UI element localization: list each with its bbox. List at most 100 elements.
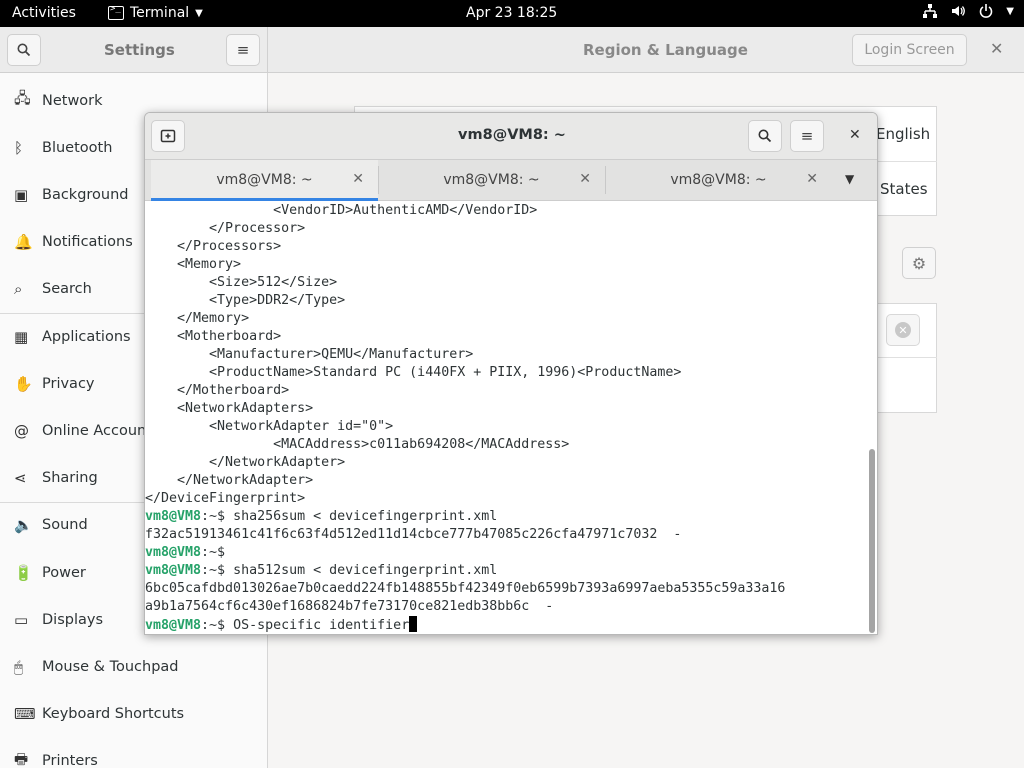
prompt-separator: :~$ [201,563,234,578]
share-icon: ⋖ [14,469,27,488]
sidebar-item-label: Sharing [42,470,98,487]
sidebar-item-label: Background [42,186,129,203]
sidebar-item-label: Keyboard Shortcuts [42,706,185,723]
terminal-line: 6bc05cafdbd013026ae7b0caedd224fb148855bf… [145,580,867,598]
output-text: <MACAddress>c011ab694208</MACAddress> [145,437,570,452]
sidebar-item-label: Printers [42,753,98,768]
terminal-line: </Processors> [145,238,867,256]
output-text: <NetworkAdapters> [145,401,314,416]
terminal-window: vm8@VM8: ~ ≡ ✕ vm8@VM8: ~ ✕ vm8@VM8: ~ ✕… [144,112,878,635]
top-bar: Activities Terminal ▼ Apr 23 18:25 ▼ [0,0,1024,27]
output-text: f32ac51913461c41f6c63f4d512ed11d14cbce77… [145,527,682,542]
terminal-line: <MACAddress>c011ab694208</MACAddress> [145,436,867,454]
settings-header: Settings ≡ Region & Language Login Scree… [0,27,1024,73]
volume-icon [950,3,966,23]
close-icon[interactable]: ✕ [990,39,1003,58]
terminal-search-button[interactable] [748,120,782,152]
app-menu-label: Terminal [130,5,190,21]
login-screen-button[interactable]: Login Screen [852,34,967,66]
hamburger-icon: ≡ [236,41,250,59]
mouse-icon: 🖱 [14,657,24,676]
terminal-line: <Manufacturer>QEMU</Manufacturer> [145,346,867,364]
network-wired-icon [922,3,938,23]
output-text: </NetworkAdapter> [145,455,346,470]
background-icon: ▣ [14,185,29,204]
tab-list-dropdown-icon[interactable]: ▼ [845,172,854,186]
output-text: </Motherboard> [145,383,290,398]
language-value[interactable]: English [876,125,930,143]
remove-input-button[interactable]: ✕ [886,314,920,346]
printer-icon: 🖶 [14,749,29,768]
terminal-line: </NetworkAdapter> [145,454,867,472]
sidebar-item-label: Mouse & Touchpad [42,658,179,675]
tab-2[interactable]: vm8@VM8: ~ ✕ [378,160,605,201]
tab-label: vm8@VM8: ~ [216,172,313,188]
terminal-line: </Motherboard> [145,382,867,400]
page-title: Region & Language [583,41,748,59]
terminal-menu-button[interactable]: ≡ [790,120,824,152]
terminal-line: <Type>DDR2</Type> [145,292,867,310]
terminal-tabs: vm8@VM8: ~ ✕ vm8@VM8: ~ ✕ vm8@VM8: ~ ✕ ▼ [145,160,877,201]
command-text: sha256sum < devicefingerprint.xml [233,509,498,524]
clock[interactable]: Apr 23 18:25 [466,5,557,21]
network-icon: 🖧 [14,89,31,107]
prompt-user: vm8@VM8 [145,563,202,578]
activities-button[interactable]: Activities [12,5,76,21]
terminal-icon [108,4,124,20]
terminal-line: </Memory> [145,310,867,328]
sidebar-item-label: Notifications [42,234,133,251]
sidebar-item-label: Power [42,564,86,581]
sidebar-item-label: Sound [42,517,88,534]
terminal-line: vm8@VM8:~$ sha256sum < devicefingerprint… [145,508,867,526]
bluetooth-icon: ᛒ [14,138,24,157]
terminal-header: vm8@VM8: ~ ≡ ✕ [145,113,877,160]
terminal-output[interactable]: <VendorID>AuthenticAMD</VendorID> </Proc… [145,202,867,634]
terminal-line: <Size>512</Size> [145,274,867,292]
search-button[interactable] [7,34,41,66]
gear-icon: ⚙ [911,253,927,273]
sidebar-title: Settings [104,41,175,59]
terminal-line: <NetworkAdapter id="0"> [145,418,867,436]
tab-1[interactable]: vm8@VM8: ~ ✕ [151,160,378,201]
terminal-line: <VendorID>AuthenticAMD</VendorID> [145,202,867,220]
bell-icon: 🔔 [14,233,33,252]
tab-label: vm8@VM8: ~ [670,172,767,188]
output-text: <Motherboard> [145,329,282,344]
app-menu[interactable]: Terminal ▼ [108,4,203,21]
terminal-line: <Motherboard> [145,328,867,346]
sidebar-item-label: Bluetooth [42,139,113,156]
speaker-icon: 🔈 [14,516,33,535]
scrollbar[interactable] [869,449,875,633]
output-text: </DeviceFingerprint> [145,491,306,506]
sidebar-item-label: Search [42,281,92,298]
terminal-line: vm8@VM8:~$ OS-specific identifier [145,616,867,634]
terminal-line: </Processor> [145,220,867,238]
output-text: <VendorID>AuthenticAMD</VendorID> [145,203,538,218]
close-icon[interactable]: ✕ [806,171,818,187]
output-text: <Manufacturer>QEMU</Manufacturer> [145,347,474,362]
applications-icon: ▦ [14,327,29,346]
output-text: </Memory> [145,311,250,326]
output-text: a9b1a7564cf6c430ef1686824b7fe73170ce821e… [145,599,554,614]
sidebar-item-printers[interactable]: 🖶 Printers [0,738,267,768]
sidebar-item-keyboard-shortcuts[interactable]: ⌨ Keyboard Shortcuts [0,691,267,738]
output-text: <Type>DDR2</Type> [145,293,346,308]
sidebar-item-mouse-touchpad[interactable]: 🖱 Mouse & Touchpad [0,643,267,690]
command-input: OS-specific identifier [233,618,410,633]
close-icon: ✕ [895,322,911,338]
hamburger-icon: ≡ [800,127,814,145]
output-text: <Size>512</Size> [145,275,338,290]
menu-button[interactable]: ≡ [226,34,260,66]
close-icon[interactable]: ✕ [352,171,364,187]
tab-3[interactable]: vm8@VM8: ~ ✕ [605,160,832,201]
input-options-button[interactable]: ⚙ [902,247,936,279]
prompt-user: vm8@VM8 [145,509,202,524]
at-icon: @ [14,421,29,440]
terminal-line: vm8@VM8:~$ [145,544,867,562]
prompt-separator: :~$ [201,509,234,524]
hand-icon: ✋ [14,374,33,393]
system-tray[interactable]: ▼ [922,3,1014,23]
formats-value[interactable]: States [880,180,928,198]
close-icon[interactable]: ✕ [849,127,861,143]
close-icon[interactable]: ✕ [579,171,591,187]
